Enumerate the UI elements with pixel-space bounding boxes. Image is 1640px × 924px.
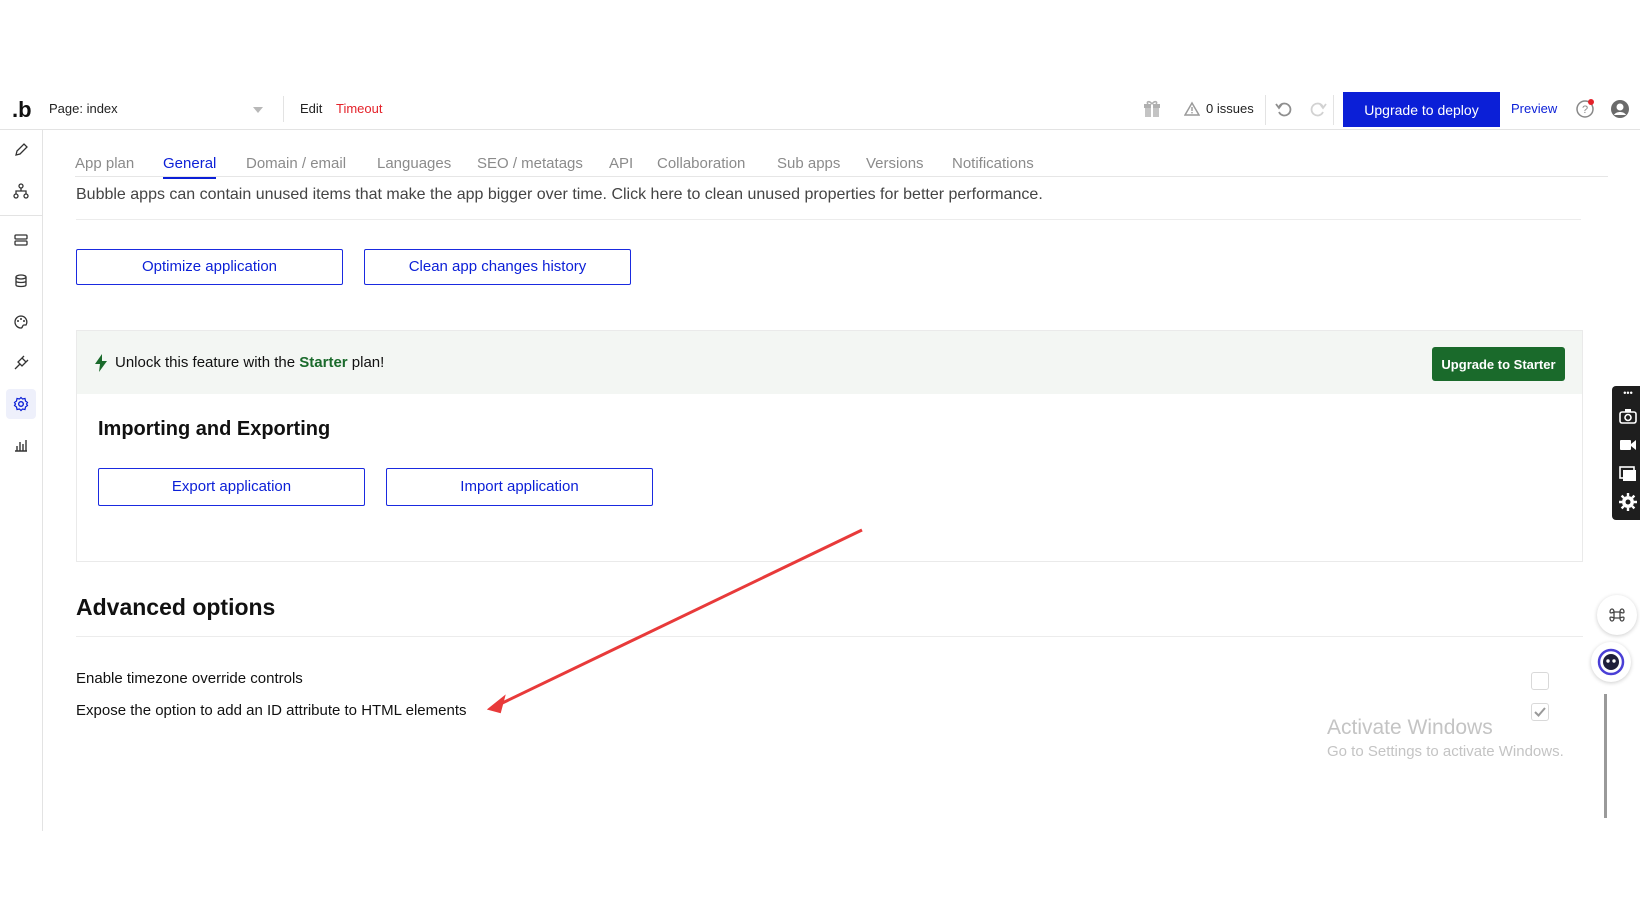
undo-icon[interactable] <box>1273 98 1295 120</box>
upgrade-to-starter-button[interactable]: Upgrade to Starter <box>1432 347 1565 381</box>
edit-menu[interactable]: Edit <box>300 101 322 116</box>
bubble-logo[interactable]: .b <box>12 97 32 123</box>
video-icon[interactable] <box>1616 433 1640 457</box>
help-icon[interactable]: ? <box>1574 98 1596 120</box>
svg-text:?: ? <box>1582 104 1588 116</box>
tab-app-plan[interactable]: App plan <box>75 155 134 172</box>
tab-notifications[interactable]: Notifications <box>952 155 1034 172</box>
activate-windows-subtitle: Go to Settings to activate Windows. <box>1327 743 1564 760</box>
scrollbar[interactable] <box>1604 694 1607 818</box>
left-sidebar <box>0 130 43 831</box>
import-application-button[interactable]: Import application <box>386 468 653 506</box>
gear-icon[interactable] <box>1616 490 1640 514</box>
issues-count[interactable]: 0 issues <box>1206 101 1254 116</box>
export-application-button[interactable]: Export application <box>98 468 365 506</box>
cleanup-notice[interactable]: Bubble apps can contain unused items tha… <box>76 186 1043 204</box>
data-icon[interactable] <box>6 225 36 255</box>
separator <box>1333 95 1334 125</box>
pencil-icon[interactable] <box>6 135 36 165</box>
bubble-editor: .b Page: index Edit Timeout 0 issues Upg… <box>0 89 1640 831</box>
settings-tabs: App plan General Domain / email Language… <box>75 155 1608 179</box>
id-attribute-label: Expose the option to add an ID attribute… <box>76 702 467 719</box>
tab-domain-email[interactable]: Domain / email <box>246 155 346 172</box>
window-icon[interactable] <box>1616 462 1640 486</box>
separator <box>1265 95 1266 125</box>
id-attribute-checkbox[interactable] <box>1531 703 1549 721</box>
page-selector[interactable]: Page: index <box>42 96 284 122</box>
section-title: Importing and Exporting <box>98 418 331 440</box>
workflow-icon[interactable] <box>6 176 36 206</box>
tab-seo-metatags[interactable]: SEO / metatags <box>477 155 583 172</box>
camera-icon[interactable] <box>1616 404 1640 428</box>
gift-icon[interactable] <box>1141 98 1163 120</box>
lightning-icon <box>94 354 108 377</box>
tab-general[interactable]: General <box>163 155 217 179</box>
tab-api[interactable]: API <box>609 155 633 172</box>
account-icon[interactable] <box>1609 98 1631 120</box>
activate-windows-title: Activate Windows <box>1327 716 1493 739</box>
import-export-section: Unlock this feature with the Starter pla… <box>76 330 1583 562</box>
upgrade-banner: Unlock this feature with the Starter pla… <box>77 331 1582 394</box>
screen-capture-toolbar: ••• <box>1612 386 1640 520</box>
preview-button[interactable]: Preview <box>1511 101 1557 116</box>
sidebar-divider <box>0 215 43 216</box>
checkmark-icon <box>1534 707 1546 717</box>
warning-icon <box>1181 98 1203 120</box>
settings-icon[interactable] <box>6 389 36 419</box>
chart-icon[interactable] <box>6 430 36 460</box>
chevron-down-icon <box>253 107 263 113</box>
tab-sub-apps[interactable]: Sub apps <box>777 155 840 172</box>
assistant-icon[interactable] <box>1591 642 1631 682</box>
plugin-icon[interactable] <box>6 348 36 378</box>
redo-icon[interactable] <box>1307 98 1329 120</box>
unlock-message: Unlock this feature with the Starter pla… <box>115 354 385 371</box>
advanced-options-title: Advanced options <box>76 594 276 620</box>
timezone-override-checkbox[interactable] <box>1531 672 1549 690</box>
tab-languages[interactable]: Languages <box>377 155 451 172</box>
optimize-application-button[interactable]: Optimize application <box>76 249 343 285</box>
tab-collaboration[interactable]: Collaboration <box>657 155 745 172</box>
command-icon[interactable] <box>1597 595 1637 635</box>
divider <box>76 636 1583 637</box>
database-icon[interactable] <box>6 266 36 296</box>
upgrade-to-deploy-button[interactable]: Upgrade to deploy <box>1343 92 1500 127</box>
top-bar: .b Page: index Edit Timeout 0 issues Upg… <box>0 89 1640 130</box>
tab-versions[interactable]: Versions <box>866 155 924 172</box>
divider <box>76 219 1581 220</box>
more-icon[interactable]: ••• <box>1616 388 1640 398</box>
page-selector-label: Page: index <box>49 101 118 116</box>
timezone-override-label: Enable timezone override controls <box>76 670 303 687</box>
timeout-status[interactable]: Timeout <box>336 101 382 116</box>
plan-name: Starter <box>299 354 348 371</box>
palette-icon[interactable] <box>6 307 36 337</box>
clean-app-changes-history-button[interactable]: Clean app changes history <box>364 249 631 285</box>
